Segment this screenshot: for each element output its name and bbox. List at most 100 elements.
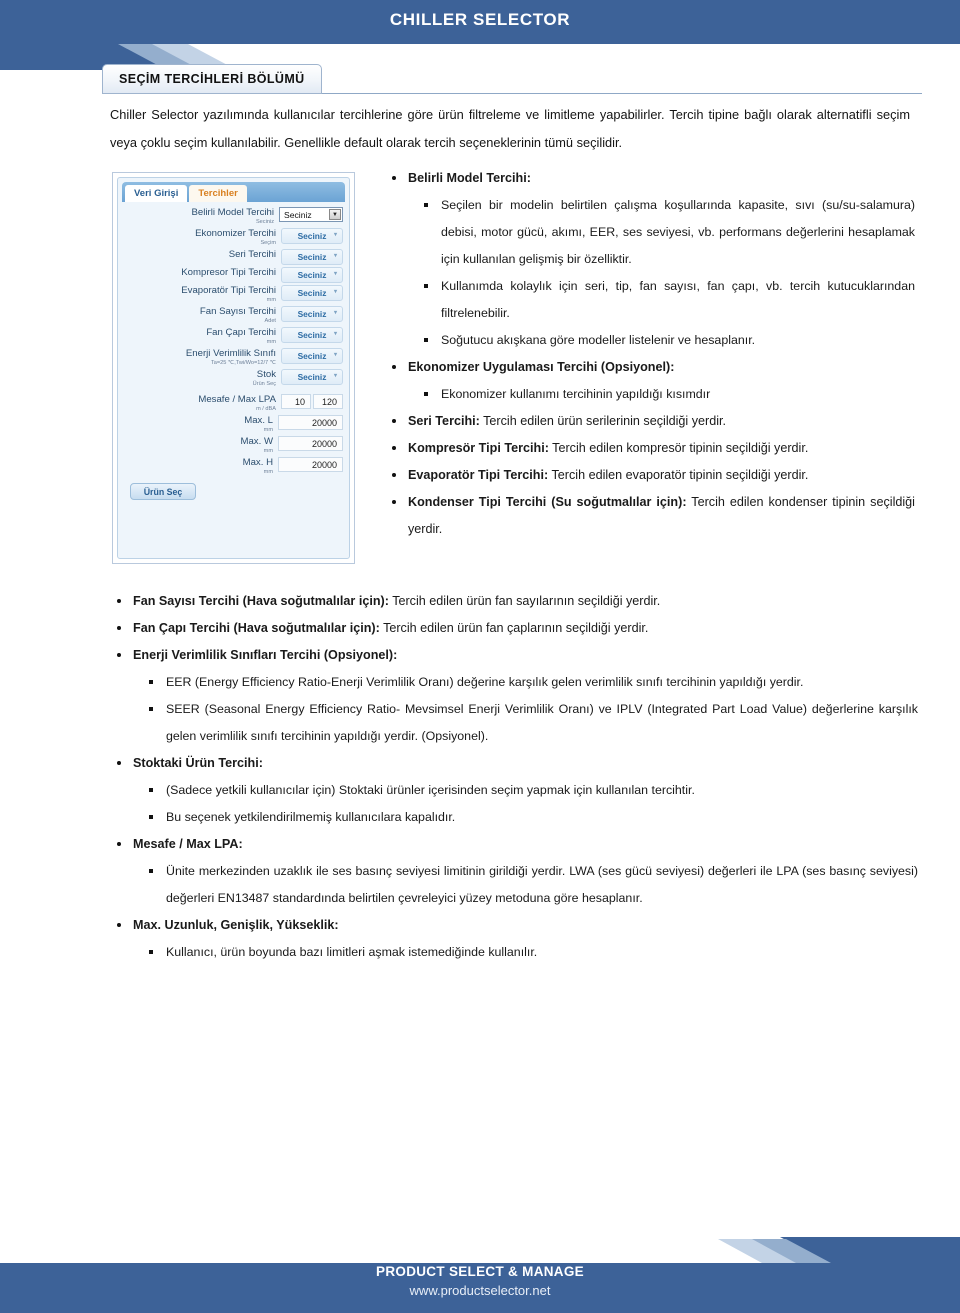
bullet-text: Kullanıcı, ürün boyunda bazı limitleri a… bbox=[166, 945, 538, 959]
bullet-label: Kompresör Tipi Tercihi: bbox=[408, 441, 549, 455]
urun-sec-button[interactable]: Ürün Seç bbox=[130, 483, 196, 500]
bullet-dot-icon bbox=[117, 653, 121, 657]
bullet-text: Soğutucu akışkana göre modeller listelen… bbox=[441, 333, 756, 347]
field-label: Max. H bbox=[242, 457, 273, 468]
input-value: 20000 bbox=[311, 438, 337, 449]
app-tab-veri-girisi[interactable]: Veri Girişi bbox=[125, 185, 188, 202]
list-item: (Sadece yetkili kullanıcılar için) Stokt… bbox=[133, 777, 918, 804]
field-sublabel: mm bbox=[263, 469, 273, 475]
chevron-down-icon[interactable]: ▼ bbox=[329, 209, 341, 220]
bullet-text: Tercih edilen ürün fan sayılarının seçil… bbox=[388, 594, 661, 608]
list-item: Kullanımda kolaylık için seri, tip, fan … bbox=[408, 273, 915, 327]
chevron-down-icon: ▾ bbox=[333, 232, 337, 238]
field-sublabel: Seçim bbox=[260, 240, 276, 246]
list-item: Max. Uzunluk, Genişlik, Yükseklik: Kulla… bbox=[100, 912, 918, 966]
app-tab-tercihler[interactable]: Tercihler bbox=[189, 185, 247, 202]
list-item: Kullanıcı, ürün boyunda bazı limitleri a… bbox=[133, 939, 918, 966]
input-value: 120 bbox=[321, 396, 337, 407]
field-sublabel: mm bbox=[266, 297, 276, 303]
footer-diagonal-decoration bbox=[0, 1237, 960, 1263]
bullet-square-icon bbox=[149, 707, 153, 711]
field-sublabel: mm bbox=[266, 339, 276, 345]
field-label: Belirli Model Tercihi bbox=[191, 207, 274, 218]
input-mesafe[interactable]: 10 bbox=[281, 394, 311, 409]
side-bullet-column: Belirli Model Tercihi: Seçilen bir model… bbox=[375, 165, 915, 543]
select-evaporator-tipi[interactable]: Seciniz ▾ bbox=[281, 285, 343, 301]
bullet-title: Ekonomizer Uygulaması Tercihi (Opsiyonel… bbox=[408, 360, 675, 374]
bullet-title: Enerji Verimlilik Sınıfları Tercihi (Ops… bbox=[133, 648, 398, 662]
bullet-title: Mesafe / Max LPA: bbox=[133, 837, 243, 851]
form-row-kompresor-tipi: Kompresor Tipi Tercihi Seciniz ▾ bbox=[122, 267, 343, 283]
footer-url: www.productselector.net bbox=[409, 1283, 551, 1298]
select-enerji-verimlilik[interactable]: Seciniz ▾ bbox=[281, 348, 343, 364]
bullet-dot-icon bbox=[392, 446, 396, 450]
select-value: Seciniz bbox=[297, 231, 327, 241]
list-item: Belirli Model Tercihi: Seçilen bir model… bbox=[375, 165, 915, 354]
field-label: Stok bbox=[256, 369, 276, 380]
bullet-list-level2: EER (Energy Efficiency Ratio-Enerji Veri… bbox=[133, 669, 918, 750]
form-row-seri: Seri Tercihi Seciniz ▾ bbox=[122, 249, 343, 265]
chevron-down-icon: ▾ bbox=[333, 310, 337, 316]
app-tabbar: Veri Girişi Tercihler bbox=[122, 182, 345, 202]
input-max-lpa[interactable]: 120 bbox=[313, 394, 343, 409]
bullet-square-icon bbox=[149, 950, 153, 954]
bullet-text: SEER (Seasonal Energy Efficiency Ratio- … bbox=[166, 702, 918, 743]
field-sublabel: Ta=25 ℃,Twi/Wo=12/7 ℃ bbox=[210, 360, 276, 366]
bullet-dot-icon bbox=[392, 176, 396, 180]
section-tab: SEÇİM TERCİHLERİ BÖLÜMÜ bbox=[102, 64, 322, 94]
list-item: Mesafe / Max LPA: Ünite merkezinden uzak… bbox=[100, 831, 918, 912]
select-stok[interactable]: Seciniz ▾ bbox=[281, 369, 343, 385]
input-max-w[interactable]: 20000 bbox=[278, 436, 343, 451]
bullet-label: Evaporatör Tipi Tercihi: bbox=[408, 468, 549, 482]
bullet-dot-icon bbox=[392, 500, 396, 504]
bullet-label: Kondenser Tipi Tercihi (Su soğutmalılar … bbox=[408, 495, 687, 509]
select-kompresor-tipi[interactable]: Seciniz ▾ bbox=[281, 267, 343, 283]
bullet-text: EER (Energy Efficiency Ratio-Enerji Veri… bbox=[166, 675, 804, 689]
bullet-text: Bu seçenek yetkilendirilmemiş kullanıcıl… bbox=[166, 810, 456, 824]
field-label: Enerji Verimlilik Sınıfı bbox=[185, 348, 276, 359]
footer-title: PRODUCT SELECT & MANAGE bbox=[376, 1264, 584, 1279]
select-value: Seciniz bbox=[297, 351, 327, 361]
field-label: Fan Çapı Tercihi bbox=[206, 327, 276, 338]
input-max-l[interactable]: 20000 bbox=[278, 415, 343, 430]
select-fan-capi[interactable]: Seciniz ▾ bbox=[281, 327, 343, 343]
select-ekonomizer[interactable]: Seciniz ▾ bbox=[281, 228, 343, 244]
select-seri[interactable]: Seciniz ▾ bbox=[281, 249, 343, 265]
bullet-text: Ekonomizer kullanımı tercihinin yapıldığ… bbox=[441, 387, 711, 401]
chevron-down-icon: ▾ bbox=[333, 271, 337, 277]
field-label: Max. W bbox=[240, 436, 273, 447]
chevron-down-icon: ▾ bbox=[333, 289, 337, 295]
select-belirli-model[interactable]: Seciniz ▼ bbox=[279, 207, 343, 222]
chevron-down-icon: ▾ bbox=[333, 253, 337, 259]
form-row-mesafe-max-lpa: Mesafe / Max LPA m / dBA 10 120 bbox=[122, 394, 343, 413]
app-form-rows: Belirli Model Tercihi Seciniz Seciniz ▼ … bbox=[118, 202, 349, 500]
field-sublabel: mm bbox=[263, 427, 273, 433]
list-item: Kondenser Tipi Tercihi (Su soğutmalılar … bbox=[375, 489, 915, 543]
bullet-text: Seçilen bir modelin belirtilen çalışma k… bbox=[441, 198, 915, 266]
bullet-title: Max. Uzunluk, Genişlik, Yükseklik: bbox=[133, 918, 339, 932]
list-item: Evaporatör Tipi Tercihi: Tercih edilen e… bbox=[375, 462, 915, 489]
form-row-ekonomizer: Ekonomizer Tercihi Seçim Seciniz ▾ bbox=[122, 228, 343, 247]
bullet-label: Fan Sayısı Tercihi (Hava soğutmalılar iç… bbox=[133, 594, 389, 608]
bullet-text: Kullanımda kolaylık için seri, tip, fan … bbox=[441, 279, 915, 320]
app-tab-label: Veri Girişi bbox=[134, 188, 179, 199]
input-max-h[interactable]: 20000 bbox=[278, 457, 343, 472]
select-value: Seciniz bbox=[297, 252, 327, 262]
list-item: Bu seçenek yetkilendirilmemiş kullanıcıl… bbox=[133, 804, 918, 831]
bullet-dot-icon bbox=[117, 626, 121, 630]
bullet-dot-icon bbox=[117, 923, 121, 927]
full-bullet-column: Fan Sayısı Tercihi (Hava soğutmalılar iç… bbox=[100, 588, 918, 966]
form-row-max-h: Max. H mm 20000 bbox=[122, 457, 343, 476]
select-value: Seciniz bbox=[284, 209, 312, 220]
select-fan-sayisi[interactable]: Seciniz ▾ bbox=[281, 306, 343, 322]
select-value: Seciniz bbox=[297, 372, 327, 382]
form-row-belirli-model: Belirli Model Tercihi Seciniz Seciniz ▼ bbox=[122, 207, 343, 226]
field-label: Ekonomizer Tercihi bbox=[195, 228, 276, 239]
bullet-dot-icon bbox=[117, 599, 121, 603]
field-label: Max. L bbox=[244, 415, 273, 426]
bullet-square-icon bbox=[424, 338, 428, 342]
list-item: Seri Tercihi: Tercih edilen ürün seriler… bbox=[375, 408, 915, 435]
page-footer: PRODUCT SELECT & MANAGE www.productselec… bbox=[0, 1255, 960, 1313]
bullet-square-icon bbox=[149, 869, 153, 873]
section-tab-label: SEÇİM TERCİHLERİ BÖLÜMÜ bbox=[119, 72, 305, 86]
